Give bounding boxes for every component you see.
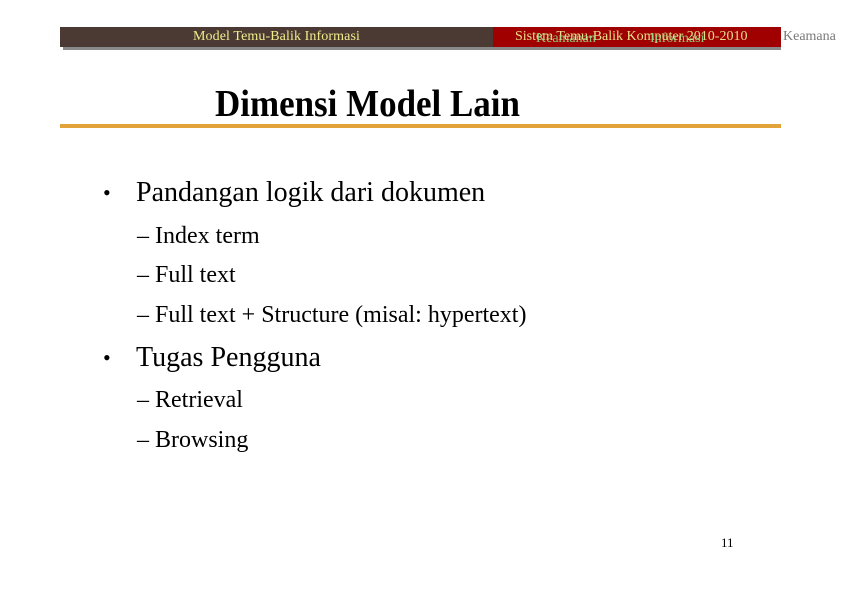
header-left-bar: Model Temu-Balik Informasi [60,27,493,47]
bullet-dot-icon: • [103,345,111,370]
sub-item: – Index term [137,223,260,249]
sub-item: – Full text + Structure (misal: hypertex… [137,302,527,328]
bullet-text: Pandangan logik dari dokumen [136,177,486,208]
sub-item: – Full text [137,262,236,288]
header-overflow-text: Keamana [783,29,836,44]
header-right-overlay-1: Keamanan [536,31,596,46]
page-number: 11 [721,535,734,550]
header-right-overlay-2: Informasi [650,31,705,46]
sub-item: – Browsing [137,427,249,453]
header-course-title: Model Temu-Balik Informasi [193,29,360,44]
bullet-dot-icon: • [103,180,111,205]
title-underline [60,124,781,128]
sub-item: – Retrieval [137,387,243,413]
header-right-bar: Sistem Temu-Balik Komputer 2010-2010 Kea… [493,27,781,47]
bullet-text: Tugas Pengguna [136,342,321,373]
slide-title: Dimensi Model Lain [215,83,520,125]
